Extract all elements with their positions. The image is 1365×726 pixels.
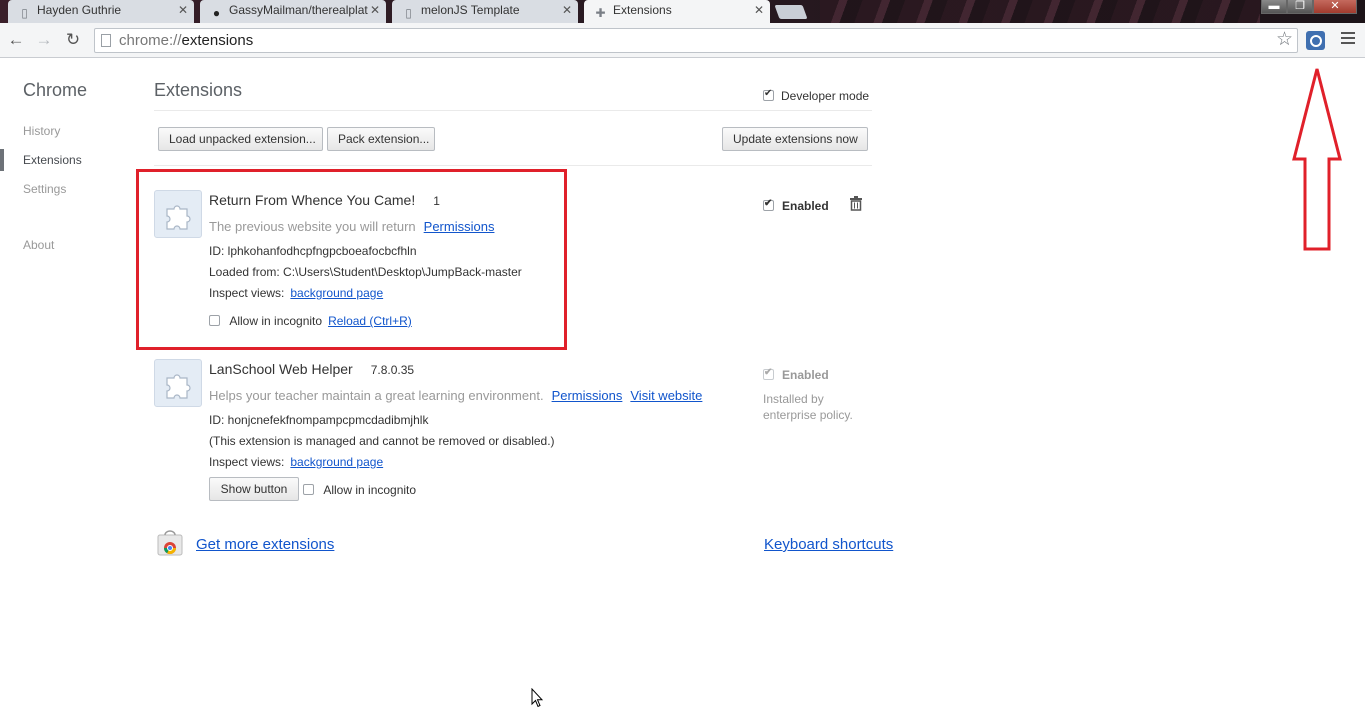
developer-mode-toggle[interactable]: Developer mode (763, 88, 869, 103)
chrome-web-store-icon (157, 530, 183, 556)
page-icon: ▯ (405, 6, 412, 20)
back-arrow-icon[interactable]: ← (6, 30, 26, 50)
puzzle-icon: ✚ (595, 6, 606, 20)
close-tab-icon[interactable]: ✕ (754, 3, 764, 17)
pack-extension-button[interactable]: Pack extension... (327, 127, 435, 151)
developer-mode-checkbox[interactable] (763, 88, 774, 101)
background-page-link[interactable]: background page (290, 455, 383, 469)
page-icon (101, 34, 111, 47)
show-button[interactable]: Show button (209, 477, 299, 501)
sidebar-item-history[interactable]: History (23, 124, 60, 138)
permissions-link[interactable]: Permissions (552, 388, 623, 403)
tab-github[interactable]: ● GassyMailman/therealplat ✕ (200, 0, 386, 23)
extension-clock-icon[interactable] (1306, 31, 1325, 50)
incognito-row: Allow in incognito (303, 483, 416, 497)
keyboard-shortcuts-link[interactable]: Keyboard shortcuts (764, 536, 893, 553)
bookmark-star-icon[interactable]: ☆ (1276, 30, 1293, 50)
enterprise-policy-note: Installed by enterprise policy. (763, 392, 853, 422)
url-text[interactable]: chrome://extensions (119, 32, 253, 49)
maximize-button[interactable]: ❐ (1287, 0, 1313, 14)
trash-icon[interactable] (849, 196, 863, 211)
close-window-button[interactable]: ✕ (1313, 0, 1357, 14)
enabled-checkbox[interactable] (763, 198, 774, 211)
tab-melonjs[interactable]: ▯ melonJS Template ✕ (392, 0, 578, 23)
sidebar-title: Chrome (23, 80, 88, 100)
page-icon: ▯ (21, 6, 28, 20)
browser-toolbar: ← → ↻ chrome://extensions ☆ (0, 23, 1365, 58)
extension-id: ID: honjcnefekfnompampcpmcdadibmjhlk (209, 413, 429, 427)
allow-incognito-checkbox[interactable] (303, 484, 314, 495)
address-bar[interactable]: chrome://extensions ☆ (94, 28, 1298, 53)
visit-website-link[interactable]: Visit website (630, 388, 702, 403)
tab-extensions[interactable]: ✚ Extensions ✕ (584, 0, 770, 23)
extension-description: Helps your teacher maintain a great lear… (209, 388, 703, 403)
annotation-arrow (1292, 68, 1342, 251)
annotation-highlight-box (136, 169, 567, 350)
enabled-checkbox (763, 367, 774, 380)
get-more-extensions-link[interactable]: Get more extensions (196, 536, 334, 553)
close-tab-icon[interactable]: ✕ (562, 3, 572, 17)
divider (154, 110, 872, 111)
tabstrip-background (820, 0, 1260, 23)
menu-icon[interactable] (1341, 32, 1355, 46)
sidebar-item-extensions[interactable]: Extensions (23, 153, 82, 167)
page-title: Extensions (154, 80, 243, 100)
enabled-toggle[interactable]: Enabled (763, 198, 829, 213)
divider (154, 165, 872, 166)
inspect-views: Inspect views: background page (209, 455, 384, 469)
new-tab-button[interactable] (774, 5, 808, 19)
extension-managed-note: (This extension is managed and cannot be… (209, 434, 555, 448)
enabled-toggle: Enabled (763, 367, 829, 382)
sidebar-item-settings[interactable]: Settings (23, 182, 66, 196)
extension-version: 7.8.0.35 (370, 363, 415, 377)
reload-icon[interactable]: ↻ (63, 30, 83, 50)
forward-arrow-icon[interactable]: → (34, 30, 54, 50)
update-extensions-button[interactable]: Update extensions now (722, 127, 868, 151)
load-unpacked-button[interactable]: Load unpacked extension... (158, 127, 323, 151)
tab-hayden-guthrie[interactable]: ▯ Hayden Guthrie ✕ (8, 0, 194, 23)
sidebar-selection-marker (0, 149, 4, 171)
github-icon: ● (212, 6, 221, 20)
tab-strip: ▯ Hayden Guthrie ✕ ● GassyMailman/therealp… (0, 0, 1365, 23)
sidebar-item-about[interactable]: About (23, 238, 54, 252)
extension-name: LanSchool Web Helper 7.8.0.35 (209, 361, 415, 377)
close-tab-icon[interactable]: ✕ (178, 3, 188, 17)
close-tab-icon[interactable]: ✕ (370, 3, 380, 17)
minimize-button[interactable]: ▬ (1261, 0, 1287, 14)
mouse-cursor-icon (531, 688, 543, 708)
puzzle-icon (154, 359, 202, 407)
